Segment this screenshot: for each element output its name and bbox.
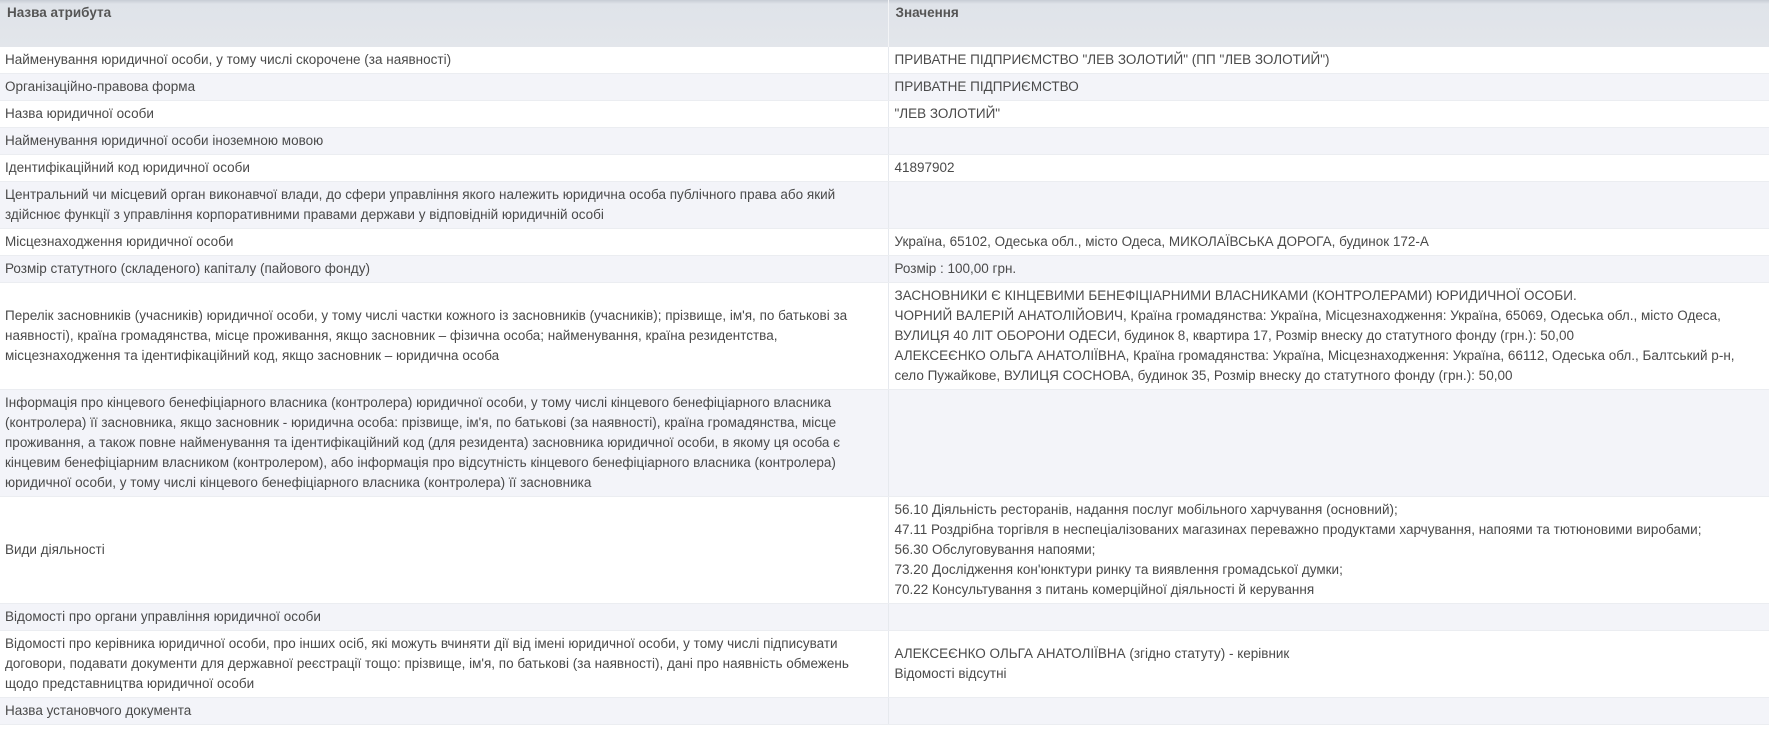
value-line: ЧОРНИЙ ВАЛЕРІЙ АНАТОЛІЙОВИЧ, Країна гром… (894, 308, 1721, 343)
value-line: "ЛЕВ ЗОЛОТИЙ" (894, 106, 1001, 121)
value-line: Відомості відсутні (894, 666, 1007, 681)
value-line: 70.22 Консультування з питань комерційно… (894, 582, 1315, 597)
value-line: Україна, 65102, Одеська обл., місто Одес… (894, 234, 1429, 249)
attr-column-header: Назва атрибута (0, 0, 889, 47)
attribute-name-cell: Інформація про кінцевого бенефіціарного … (0, 389, 889, 497)
attribute-name-cell: Види діяльності (0, 496, 889, 604)
attribute-value-cell: "ЛЕВ ЗОЛОТИЙ" (888, 100, 1769, 128)
registry-table: Назва атрибута Значення Найменування юри… (0, 0, 1769, 725)
attribute-name-cell: Назва юридичної особи (0, 100, 889, 128)
value-line: Розмір : 100,00 грн. (894, 261, 1017, 276)
value-line: 73.20 Дослідження кон'юнктури ринку та в… (894, 562, 1343, 577)
attribute-value-cell (888, 603, 1769, 631)
attribute-value-cell (888, 181, 1769, 229)
attribute-name-cell: Відомості про керівника юридичної особи,… (0, 630, 889, 698)
table-row: Місцезнаходження юридичної особи Україна,… (0, 228, 1769, 256)
attribute-value-cell: ПРИВАТНЕ ПІДПРИЄМСТВО (888, 73, 1769, 101)
table-body: Найменування юридичної особи, у тому чис… (0, 47, 1769, 725)
table-row: Перелік засновників (учасників) юридично… (0, 282, 1769, 390)
attribute-value-cell: 56.10 Діяльність ресторанів, надання пос… (888, 496, 1769, 604)
attribute-value-cell: Розмір : 100,00 грн. (888, 255, 1769, 283)
attribute-name-cell: Найменування юридичної особи іноземною м… (0, 127, 889, 155)
table-row: Ідентифікаційний код юридичної особи 4189… (0, 154, 1769, 182)
value-column-header: Значення (888, 0, 1769, 47)
value-line: ПРИВАТНЕ ПІДПРИЄМСТВО (894, 79, 1079, 94)
table-row: Відомості про керівника юридичної особи,… (0, 630, 1769, 698)
attribute-value-cell: ЗАСНОВНИКИ Є КІНЦЕВИМИ БЕНЕФІЦІАРНИМИ ВЛ… (888, 282, 1769, 390)
table-row: Інформація про кінцевого бенефіціарного … (0, 389, 1769, 497)
attribute-name-cell: Центральний чи місцевий орган виконавчої… (0, 181, 889, 229)
value-line: ЗАСНОВНИКИ Є КІНЦЕВИМИ БЕНЕФІЦІАРНИМИ ВЛ… (894, 288, 1577, 303)
value-line: 56.30 Обслуговування напоями; (894, 542, 1096, 557)
value-line: 41897902 (894, 160, 955, 175)
value-line: 47.11 Роздрібна торгівля в неспеціалізов… (894, 522, 1702, 537)
table-row: Назва юридичної особи "ЛЕВ ЗОЛОТИЙ" (0, 100, 1769, 128)
table-row: Організаційно-правова форма ПРИВАТНЕ ПІДП… (0, 73, 1769, 101)
table-row: Назва установчого документа (0, 697, 1769, 725)
table-header-row: Назва атрибута Значення (0, 0, 1769, 47)
attribute-name-cell: Місцезнаходження юридичної особи (0, 228, 889, 256)
attribute-value-cell (888, 697, 1769, 725)
table-row: Відомості про органи управління юридично… (0, 603, 1769, 631)
table-row: Найменування юридичної особи, у тому чис… (0, 47, 1769, 74)
attribute-value-cell: Україна, 65102, Одеська обл., місто Одес… (888, 228, 1769, 256)
attribute-value-cell: ПРИВАТНЕ ПІДПРИЄМСТВО "ЛЕВ ЗОЛОТИЙ" (ПП … (888, 47, 1769, 74)
value-line: 56.10 Діяльність ресторанів, надання пос… (894, 502, 1398, 517)
attribute-value-cell: 41897902 (888, 154, 1769, 182)
attribute-name-cell: Найменування юридичної особи, у тому чис… (0, 47, 889, 74)
attribute-name-cell: Організаційно-правова форма (0, 73, 889, 101)
attribute-name-cell: Назва установчого документа (0, 697, 889, 725)
attribute-value-cell: АЛЕКСЕЄНКО ОЛЬГА АНАТОЛІЇВНА (згідно ста… (888, 630, 1769, 698)
value-line: ПРИВАТНЕ ПІДПРИЄМСТВО "ЛЕВ ЗОЛОТИЙ" (ПП … (894, 52, 1330, 67)
table-row: Розмір статутного (складеного) капіталу … (0, 255, 1769, 283)
attribute-name-cell: Перелік засновників (учасників) юридично… (0, 282, 889, 390)
value-line: АЛЕКСЕЄНКО ОЛЬГА АНАТОЛІЇВНА, Країна гро… (894, 348, 1735, 383)
table-row: Види діяльності 56.10 Діяльність ресторан… (0, 496, 1769, 604)
attribute-name-cell: Відомості про органи управління юридично… (0, 603, 889, 631)
attribute-value-cell (888, 127, 1769, 155)
attribute-name-cell: Ідентифікаційний код юридичної особи (0, 154, 889, 182)
table-row: Центральний чи місцевий орган виконавчої… (0, 181, 1769, 229)
value-line: АЛЕКСЕЄНКО ОЛЬГА АНАТОЛІЇВНА (згідно ста… (894, 646, 1290, 661)
table-row: Найменування юридичної особи іноземною м… (0, 127, 1769, 155)
attribute-name-cell: Розмір статутного (складеного) капіталу … (0, 255, 889, 283)
attribute-value-cell (888, 389, 1769, 497)
